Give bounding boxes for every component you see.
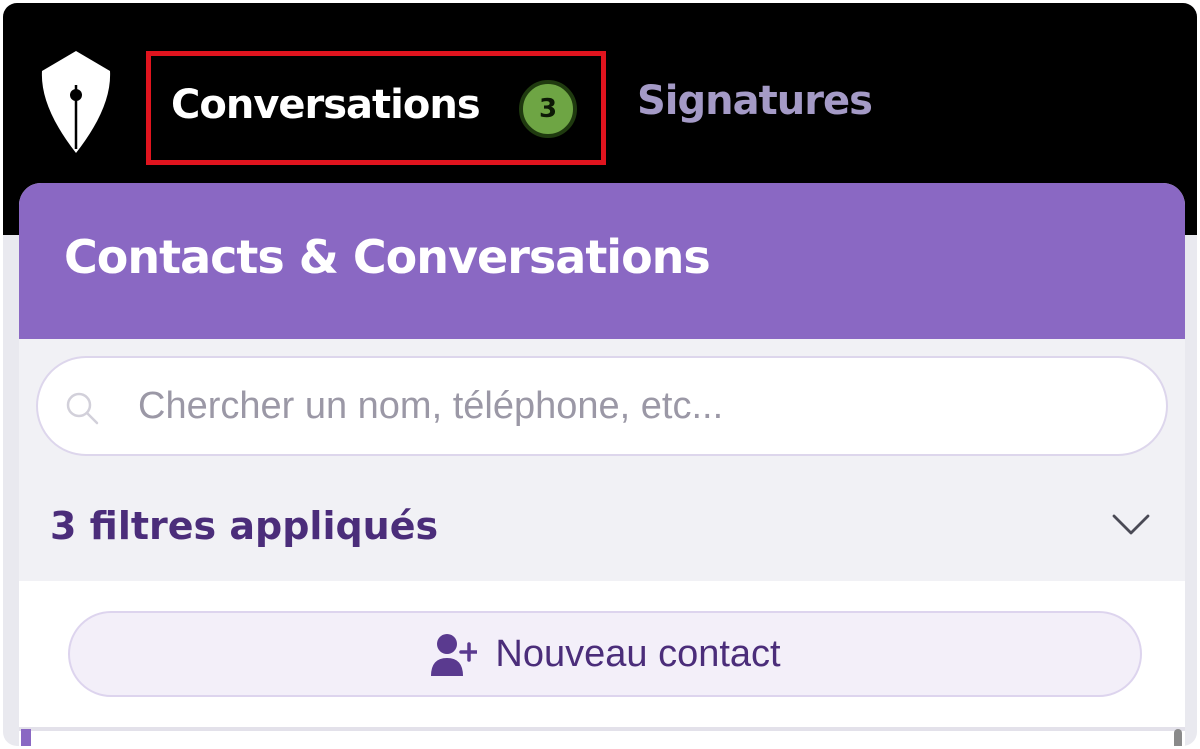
pen-shield-logo[interactable]: [38, 49, 114, 155]
filters-toggle[interactable]: 3 filtres appliqués: [19, 483, 1185, 573]
new-contact-label: Nouveau contact: [495, 632, 781, 675]
tab-conversations[interactable]: Conversations 3: [146, 51, 606, 165]
contacts-list-area: Nouveau contact: [19, 581, 1185, 746]
list-divider: [19, 727, 1185, 731]
search-input[interactable]: [138, 376, 1118, 436]
search-icon: [66, 392, 99, 425]
add-user-icon: [431, 634, 478, 676]
tab-conversations-label: Conversations: [171, 82, 481, 128]
tab-signatures[interactable]: Signatures: [637, 76, 873, 126]
new-contact-button[interactable]: Nouveau contact: [68, 611, 1142, 697]
filters-label: 3 filtres appliqués: [50, 504, 439, 548]
chevron-down-icon[interactable]: [1111, 509, 1151, 539]
unread-count-badge: 3: [519, 80, 577, 138]
search-bar[interactable]: [36, 356, 1168, 456]
selected-item-accent: [21, 729, 31, 746]
scrollbar-thumb[interactable]: [1174, 729, 1182, 746]
contacts-panel: Contacts & Conversations 3 filtres appli…: [19, 183, 1185, 746]
app-window: Conversations 3 Signatures Contacts & Co…: [3, 3, 1197, 746]
panel-header: Contacts & Conversations: [19, 183, 1185, 339]
panel-title: Contacts & Conversations: [64, 230, 711, 284]
